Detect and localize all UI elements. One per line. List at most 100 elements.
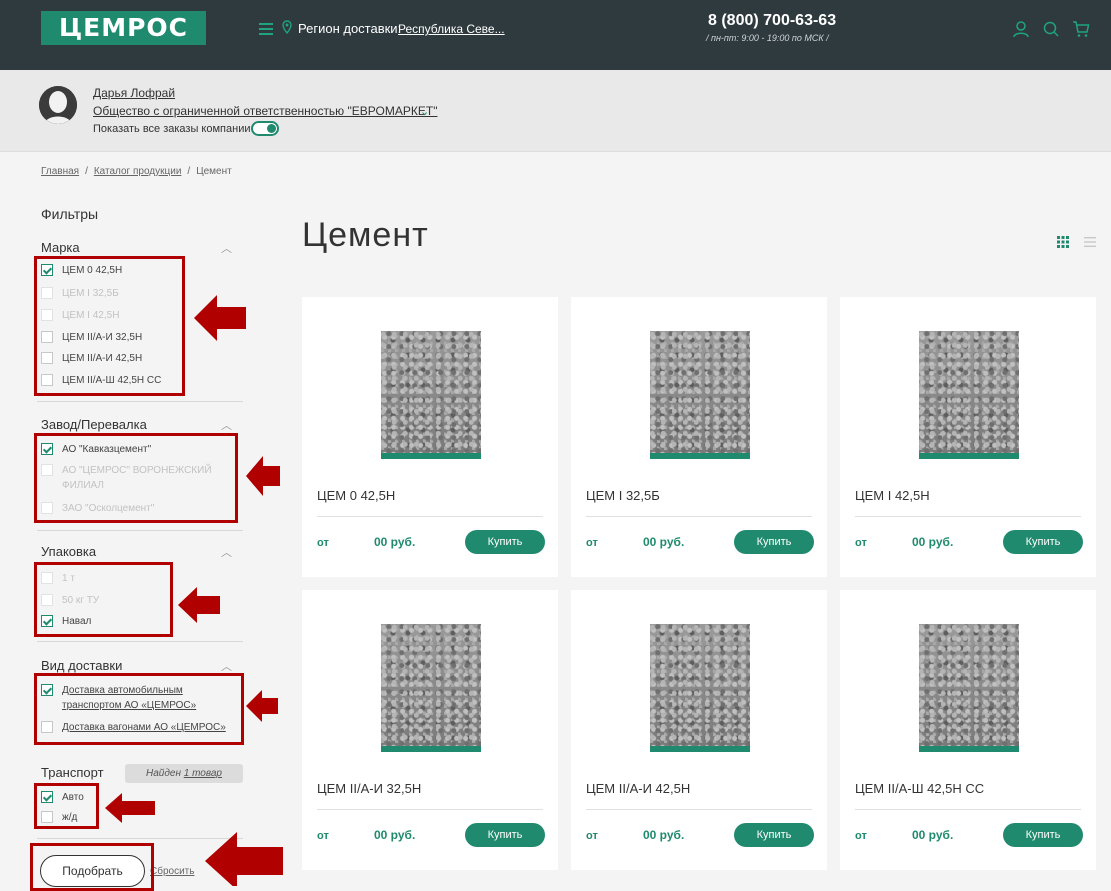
filter-group-title-plant[interactable]: Завод/Перевалка [41,417,147,432]
annotation-arrow-icon [246,456,280,496]
product-image[interactable] [650,624,750,752]
cement-texture-image [650,331,750,453]
annotation-box [30,843,154,891]
price-prefix: от [855,537,867,549]
grid-view-icon[interactable] [1057,236,1069,248]
chevron-up-icon[interactable]: ︿ [221,544,232,560]
search-icon[interactable] [1042,20,1060,38]
cement-texture-image [650,624,750,746]
cement-texture-image [919,331,1019,453]
product-price: 00 руб. [374,535,416,549]
image-accent-stripe [650,453,750,459]
filter-group-title-delivery[interactable]: Вид доставки [41,658,122,673]
annotation-box [34,673,244,745]
buy-button[interactable]: Купить [734,823,814,847]
working-hours: / пн-пт: 9:00 - 19:00 по МСК / [706,33,829,43]
product-image[interactable] [381,624,481,752]
price-prefix: от [586,537,598,549]
product-price: 00 руб. [374,828,416,842]
region-label: Регион доставки: [298,21,402,36]
buy-button[interactable]: Купить [465,530,545,554]
product-card[interactable]: ЦЕМ II/А-И 32,5Н от 00 руб. Купить [302,590,558,870]
list-view-icon[interactable] [1084,236,1096,248]
buy-button[interactable]: Купить [1003,530,1083,554]
annotation-arrow-icon [178,587,220,623]
user-silhouette-icon [39,86,77,124]
product-image[interactable] [919,624,1019,752]
menu-icon[interactable] [259,23,273,35]
product-card[interactable]: ЦЕМ II/А-Ш 42,5Н СС от 00 руб. Купить [840,590,1096,870]
product-name[interactable]: ЦЕМ II/А-И 32,5Н [317,781,421,796]
filter-group-title-transport[interactable]: Транспорт [41,765,104,780]
divider [586,516,812,517]
filter-group-title-packaging[interactable]: Упаковка [41,544,96,559]
annotation-box [34,433,238,523]
price-prefix: от [586,830,598,842]
user-name-link[interactable]: Дарья Лофрай [93,86,175,100]
found-count-link[interactable]: 1 товар [184,768,222,779]
product-price: 00 руб. [643,535,685,549]
product-name[interactable]: ЦЕМ I 32,5Б [586,488,660,503]
divider [317,516,543,517]
breadcrumb-separator: / [187,166,191,177]
region-selector-link[interactable]: Республика Севе... [398,22,505,36]
product-name[interactable]: ЦЕМ 0 42,5Н [317,488,395,503]
divider [586,809,812,810]
divider [37,401,243,402]
divider [855,516,1081,517]
chevron-up-icon[interactable]: ︿ [221,240,232,256]
product-card[interactable]: ЦЕМ 0 42,5Н от 00 руб. Купить [302,297,558,577]
price-prefix: от [317,830,329,842]
user-icon[interactable] [1012,20,1030,38]
chevron-up-icon[interactable]: ︿ [221,658,232,674]
breadcrumb-current: Цемент [196,166,232,177]
site-logo[interactable]: ЦЕМРОС [41,11,206,45]
image-accent-stripe [919,453,1019,459]
product-image[interactable] [381,331,481,459]
buy-button[interactable]: Купить [734,530,814,554]
product-image[interactable] [650,331,750,459]
image-accent-stripe [919,746,1019,752]
cement-texture-image [381,624,481,746]
user-bar: Дарья Лофрай Общество с ограниченной отв… [0,70,1111,152]
product-price: 00 руб. [912,828,954,842]
product-image[interactable] [919,331,1019,459]
chevron-down-icon[interactable]: ⌄ [420,105,429,118]
cart-icon[interactable] [1072,20,1090,38]
found-prefix: Найден [146,768,181,779]
breadcrumb-catalog-link[interactable]: Каталог продукции [94,166,182,177]
divider [317,809,543,810]
product-card[interactable]: ЦЕМ II/А-И 42,5Н от 00 руб. Купить [571,590,827,870]
annotation-box [34,256,185,396]
product-price: 00 руб. [643,828,685,842]
product-card[interactable]: ЦЕМ I 32,5Б от 00 руб. Купить [571,297,827,577]
buy-button[interactable]: Купить [465,823,545,847]
divider [37,530,243,531]
company-selector-link[interactable]: Общество с ограниченной ответственностью… [93,104,437,118]
product-name[interactable]: ЦЕМ II/А-Ш 42,5Н СС [855,781,984,796]
price-prefix: от [855,830,867,842]
location-pin-icon [282,20,292,34]
reset-filters-link[interactable]: Сбросить [150,866,194,877]
product-card[interactable]: ЦЕМ I 42,5Н от 00 руб. Купить [840,297,1096,577]
chevron-up-icon[interactable]: ︿ [221,417,232,433]
annotation-arrow-icon [105,793,155,823]
product-price: 00 руб. [912,535,954,549]
image-accent-stripe [381,453,481,459]
filter-group-title-brand[interactable]: Марка [41,240,80,255]
site-header: ЦЕМРОС Регион доставки: Республика Севе.… [0,0,1111,70]
product-name[interactable]: ЦЕМ I 42,5Н [855,488,930,503]
buy-button[interactable]: Купить [1003,823,1083,847]
breadcrumb-home-link[interactable]: Главная [41,166,79,177]
annotation-arrow-icon [205,832,283,886]
phone-number[interactable]: 8 (800) 700-63-63 [708,12,836,30]
show-all-orders-toggle[interactable] [251,121,279,136]
breadcrumb-separator: / [85,166,88,177]
breadcrumb: Главная / Каталог продукции / Цемент [41,166,232,177]
price-prefix: от [317,537,329,549]
found-count-badge[interactable]: Найден 1 товар [125,764,243,783]
product-name[interactable]: ЦЕМ II/А-И 42,5Н [586,781,690,796]
annotation-box [34,562,173,637]
filters-title: Фильтры [41,206,99,222]
avatar[interactable] [39,86,77,124]
